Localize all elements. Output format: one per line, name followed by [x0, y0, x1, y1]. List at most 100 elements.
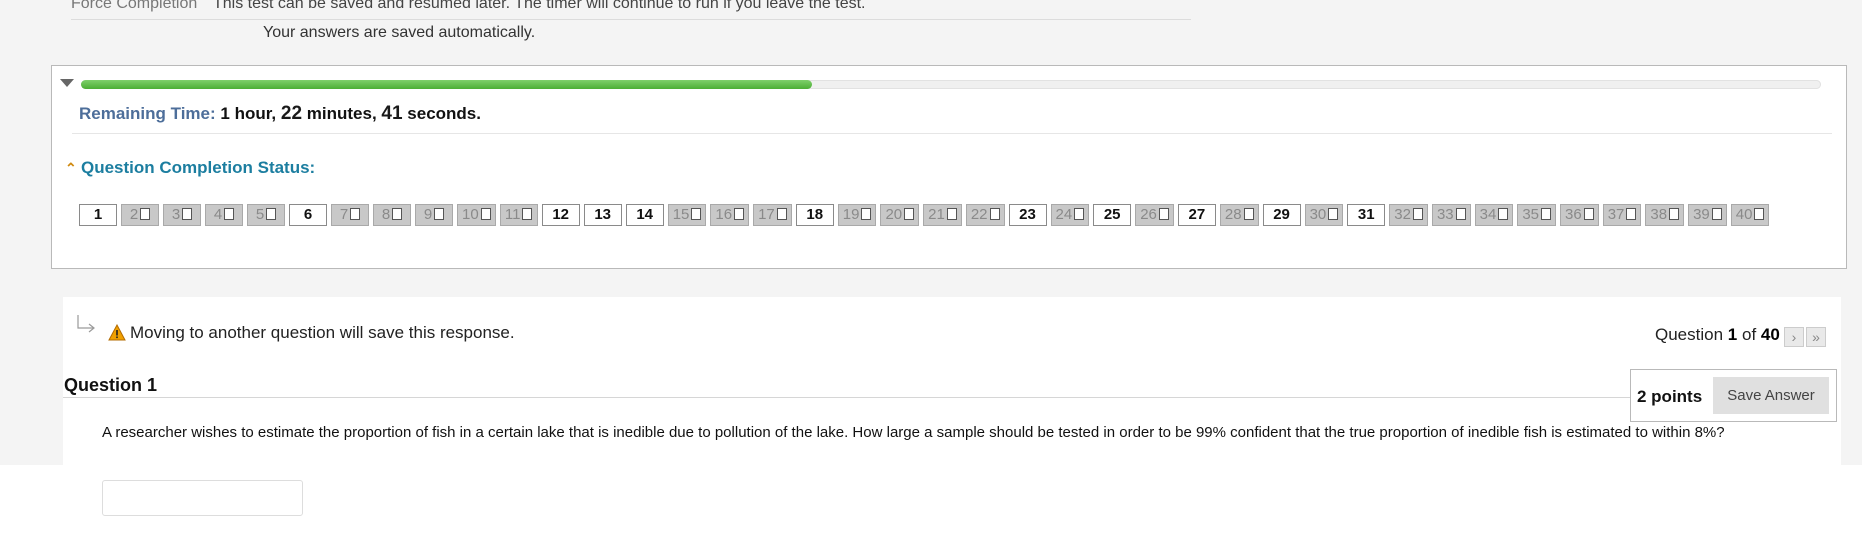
question-nav-29[interactable]: 29: [1262, 204, 1301, 226]
question-nav-27[interactable]: 27: [1177, 204, 1216, 226]
question-nav-30[interactable]: 30: [1304, 204, 1344, 226]
chevron-up-icon[interactable]: ⌃: [65, 160, 81, 177]
collapse-toggle-icon[interactable]: [60, 79, 74, 87]
remaining-seconds: 41: [381, 103, 403, 124]
save-answer-button[interactable]: Save Answer: [1713, 377, 1829, 414]
question-nav-number: 9: [423, 206, 433, 223]
document-icon: [946, 208, 957, 220]
document-icon: [1243, 208, 1254, 220]
save-warning: Moving to another question will save thi…: [108, 323, 515, 343]
autosave-text: Your answers are saved automatically.: [263, 24, 536, 41]
document-icon: [1498, 208, 1509, 220]
document-icon: [350, 208, 361, 220]
info-divider: [71, 19, 1191, 20]
answer-input[interactable]: [102, 480, 303, 516]
question-nav-2[interactable]: 2: [121, 204, 159, 226]
question-nav-number: 8: [381, 206, 391, 223]
question-nav-25[interactable]: 25: [1093, 204, 1132, 226]
save-warning-text: Moving to another question will save thi…: [130, 323, 515, 342]
question-nav-13[interactable]: 13: [583, 204, 622, 226]
question-nav-37[interactable]: 37: [1602, 204, 1642, 226]
question-nav-20[interactable]: 20: [880, 204, 920, 226]
document-icon: [266, 208, 277, 220]
question-nav-35[interactable]: 35: [1517, 204, 1556, 226]
question-nav-number: 28: [1224, 206, 1242, 223]
document-icon: [434, 208, 445, 220]
question-navigator: 1 2 3 4 5 6 7 8 9 10 11 12 13 14 15 16 17 18 19 20 21 22 23 24 2…: [79, 204, 1839, 228]
last-question-button[interactable]: »: [1806, 327, 1826, 347]
question-nav-36[interactable]: 36: [1560, 204, 1599, 226]
question-nav-8[interactable]: 8: [373, 204, 411, 226]
document-icon: [776, 208, 787, 220]
completion-status-header[interactable]: ⌃ Question Completion Status:: [65, 158, 315, 178]
question-nav-40[interactable]: 40: [1730, 204, 1770, 226]
question-nav-11[interactable]: 11: [499, 204, 538, 226]
document-icon: [1754, 208, 1765, 220]
question-nav-number: 16: [715, 206, 733, 223]
question-position-prefix: Question: [1655, 325, 1724, 344]
question-nav-number: 25: [1103, 206, 1121, 223]
question-nav-6[interactable]: 6: [289, 204, 327, 226]
status-divider: [72, 133, 1832, 134]
points-box: 2 points Save Answer: [1630, 369, 1837, 422]
question-nav-number: 15: [672, 206, 690, 223]
time-progress-bar: [81, 80, 1821, 89]
warning-icon: [108, 324, 126, 341]
document-icon: [734, 208, 745, 220]
document-icon: [140, 208, 151, 220]
question-nav-number: 35: [1522, 206, 1539, 223]
question-nav-1[interactable]: 1: [79, 204, 117, 226]
question-title: Question 1: [64, 375, 158, 395]
question-nav-18[interactable]: 18: [795, 204, 834, 226]
question-nav-4[interactable]: 4: [205, 204, 243, 226]
current-question-number: 1: [1727, 325, 1738, 344]
question-nav-39[interactable]: 39: [1688, 204, 1727, 226]
question-nav-number: 11: [504, 206, 521, 223]
question-nav-28[interactable]: 28: [1219, 204, 1259, 226]
force-completion-row: Force Completion This test can be saved a…: [71, 0, 866, 13]
question-nav-number: 26: [1140, 206, 1157, 223]
question-nav-number: 2: [129, 206, 139, 223]
question-nav-number: 17: [758, 206, 775, 223]
question-nav-31[interactable]: 31: [1347, 204, 1386, 226]
question-nav-number: 34: [1479, 206, 1497, 223]
minutes-word: minutes,: [306, 104, 377, 123]
question-nav-number: 32: [1394, 206, 1411, 223]
question-nav-24[interactable]: 24: [1050, 204, 1090, 226]
remaining-time: Remaining Time: 1 hour, 22 minutes, 41 s…: [79, 103, 481, 125]
question-nav-9[interactable]: 9: [415, 204, 453, 226]
document-icon: [522, 208, 533, 220]
question-nav-14[interactable]: 14: [625, 204, 664, 226]
remaining-minutes: 22: [280, 103, 303, 124]
question-nav-12[interactable]: 12: [541, 204, 580, 226]
question-nav-26[interactable]: 26: [1135, 204, 1174, 226]
document-icon: [480, 208, 491, 220]
question-nav-number: 40: [1735, 206, 1753, 223]
question-nav-32[interactable]: 32: [1389, 204, 1428, 226]
question-nav-7[interactable]: 7: [331, 204, 369, 226]
question-nav-5[interactable]: 5: [247, 204, 285, 226]
question-nav-number: 19: [842, 206, 860, 223]
document-icon: [1583, 208, 1594, 220]
question-nav-23[interactable]: 23: [1008, 204, 1047, 226]
question-nav-17[interactable]: 17: [753, 204, 792, 226]
question-nav-34[interactable]: 34: [1474, 204, 1514, 226]
question-nav-22[interactable]: 22: [965, 204, 1005, 226]
question-nav-16[interactable]: 16: [710, 204, 750, 226]
document-icon: [182, 208, 193, 220]
next-question-button[interactable]: ›: [1784, 327, 1804, 347]
question-nav-15[interactable]: 15: [667, 204, 707, 226]
document-icon: [1626, 208, 1637, 220]
question-nav-19[interactable]: 19: [837, 204, 877, 226]
document-icon: [1711, 208, 1722, 220]
question-nav-10[interactable]: 10: [457, 204, 496, 226]
question-nav-21[interactable]: 21: [923, 204, 962, 226]
question-nav-3[interactable]: 3: [163, 204, 201, 226]
question-nav-33[interactable]: 33: [1431, 204, 1471, 226]
question-nav-38[interactable]: 38: [1645, 204, 1685, 226]
force-completion-label: Force Completion: [71, 0, 198, 12]
question-nav-number: 30: [1309, 206, 1327, 223]
question-nav-number: 10: [462, 206, 479, 223]
question-nav-number: 38: [1650, 206, 1668, 223]
question-nav-number: 7: [339, 206, 349, 223]
